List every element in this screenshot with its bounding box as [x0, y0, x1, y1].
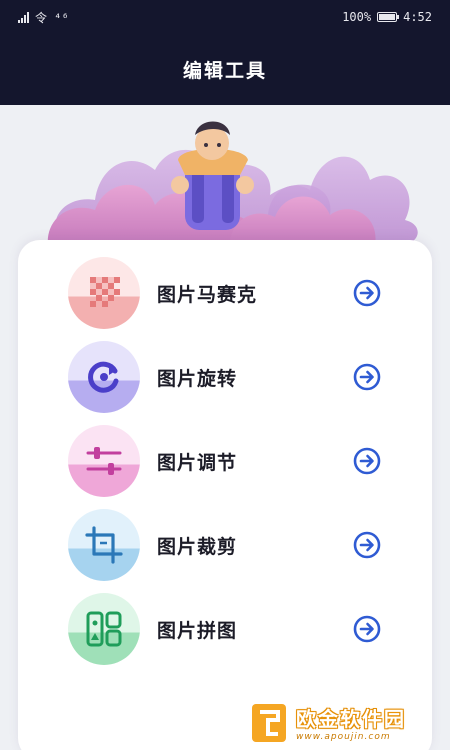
status-time: 4:52: [403, 10, 432, 24]
adjust-sliders-icon: [68, 425, 140, 497]
battery-icon: [377, 12, 400, 22]
watermark-logo-icon: [252, 703, 286, 742]
app-header: 令 ⁴⁶ 100% 4:52 编辑工具: [0, 0, 450, 105]
page-title: 编辑工具: [182, 60, 267, 82]
mosaic-icon: [68, 257, 140, 329]
watermark-url: www.apoujin.com: [296, 732, 391, 742]
rotate-icon: [68, 341, 140, 413]
status-left: 令 ⁴⁶: [18, 9, 69, 26]
arrow-right-circle-icon[interactable]: [352, 530, 382, 560]
crop-icon: [68, 509, 140, 581]
signal-icon: [18, 11, 29, 23]
status-bar: 令 ⁴⁶ 100% 4:52: [0, 0, 450, 34]
watermark-name: 欧金软件园: [296, 707, 406, 731]
menu-item-label: 图片裁剪: [157, 535, 238, 558]
arrow-right-circle-icon[interactable]: [352, 446, 382, 476]
battery-percent: 100%: [342, 10, 372, 24]
collage-icon: [68, 593, 140, 665]
hero-illustration: [47, 121, 418, 255]
menu-item-mosaic[interactable]: 图片马赛克: [18, 253, 432, 333]
network-indicator: 令 ⁴⁶: [35, 10, 69, 25]
menu-card: 图片马赛克 图片旋转 图片调节 图片裁剪 图片拼图: [18, 240, 432, 750]
menu-item-rotate[interactable]: 图片旋转: [18, 337, 432, 417]
arrow-right-circle-icon[interactable]: [352, 362, 382, 392]
menu-item-crop[interactable]: 图片裁剪: [18, 505, 432, 585]
menu-item-collage[interactable]: 图片拼图: [18, 589, 432, 669]
menu-item-label: 图片马赛克: [157, 283, 258, 306]
menu-item-label: 图片拼图: [157, 619, 238, 642]
watermark-text: 欧金软件园 www.apoujin.com: [296, 703, 406, 742]
menu-item-adjust[interactable]: 图片调节: [18, 421, 432, 501]
arrow-right-circle-icon[interactable]: [352, 614, 382, 644]
menu-item-label: 图片旋转: [157, 367, 238, 390]
menu-item-label: 图片调节: [157, 451, 238, 474]
watermark: 欧金软件园 www.apoujin.com: [250, 700, 445, 745]
arrow-right-circle-icon[interactable]: [352, 278, 382, 308]
status-right: 100% 4:52: [342, 10, 432, 24]
